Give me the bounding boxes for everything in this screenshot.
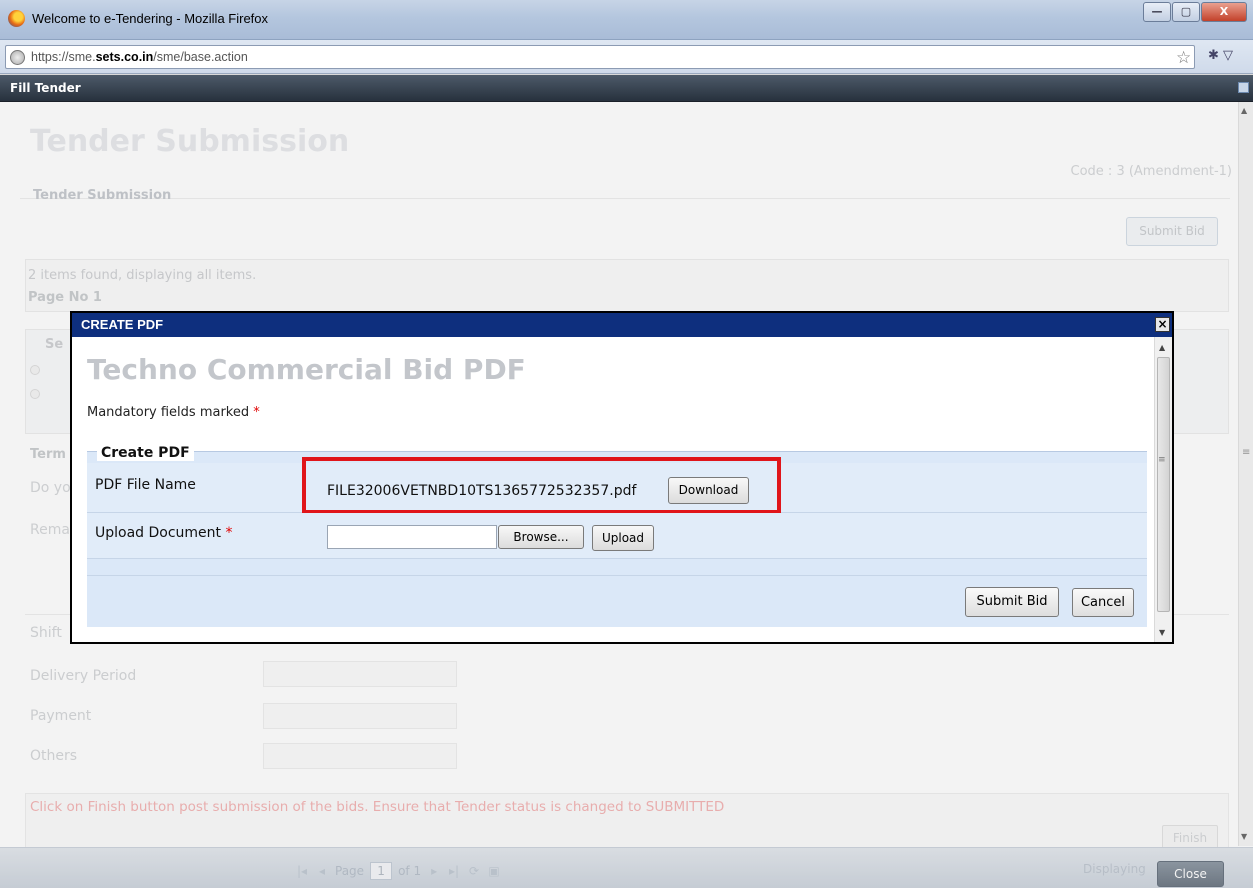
cancel-button[interactable]: Cancel — [1072, 588, 1134, 617]
upload-document-label: Upload Document * — [95, 525, 233, 541]
scroll-grip-icon: ≡ — [1158, 455, 1166, 465]
dropdown-icon[interactable]: ✱ ▽ — [1208, 48, 1233, 63]
close-window-button[interactable]: X — [1201, 2, 1247, 22]
window-titlebar: Welcome to e-Tendering - Mozilla Firefox… — [0, 0, 1253, 40]
window-controls: — ▢ X — [1143, 2, 1247, 22]
navigation-bar: https://sme.sets.co.in/sme/base.action ☆… — [0, 40, 1253, 74]
required-marker: * — [225, 525, 233, 541]
globe-icon — [10, 50, 25, 65]
dialog-header: CREATE PDF × — [72, 313, 1172, 337]
panel-header: Fill Tender — [0, 75, 1253, 102]
create-pdf-dialog: CREATE PDF × Techno Commercial Bid PDF M… — [70, 311, 1174, 644]
maximize-button[interactable]: ▢ — [1172, 2, 1200, 22]
scroll-up-icon[interactable]: ▲ — [1159, 343, 1165, 352]
close-icon[interactable]: × — [1155, 317, 1170, 332]
dialog-title: CREATE PDF — [81, 317, 164, 332]
scroll-down-icon[interactable]: ▼ — [1159, 628, 1165, 637]
panel-title: Fill Tender — [10, 81, 81, 95]
window-title: Welcome to e-Tendering - Mozilla Firefox — [32, 11, 269, 26]
scroll-thumb[interactable] — [1157, 357, 1170, 612]
bookmark-star-icon[interactable]: ☆ — [1176, 48, 1191, 68]
minimize-button[interactable]: — — [1143, 2, 1171, 22]
url-text[interactable]: https://sme.sets.co.in/sme/base.action — [31, 50, 248, 64]
dialog-body: Techno Commercial Bid PDF Mandatory fiel… — [72, 337, 1154, 642]
dialog-heading: Techno Commercial Bid PDF — [87, 353, 526, 386]
restore-icon[interactable] — [1238, 82, 1249, 93]
browse-button[interactable]: Browse... — [498, 525, 584, 549]
firefox-logo-icon — [8, 10, 25, 27]
mandatory-note: Mandatory fields marked * — [87, 405, 260, 420]
upload-button[interactable]: Upload — [592, 525, 654, 551]
create-pdf-legend: Create PDF — [97, 445, 194, 461]
dialog-scrollbar[interactable]: ▲ ≡ ▼ — [1154, 337, 1172, 642]
required-marker: * — [253, 405, 260, 420]
submit-bid-button[interactable]: Submit Bid — [965, 587, 1059, 617]
upload-file-input[interactable] — [327, 525, 497, 549]
pdf-file-name-label: PDF File Name — [95, 477, 196, 493]
highlight-annotation — [302, 457, 781, 514]
url-bar[interactable]: https://sme.sets.co.in/sme/base.action ☆ — [5, 45, 1195, 69]
